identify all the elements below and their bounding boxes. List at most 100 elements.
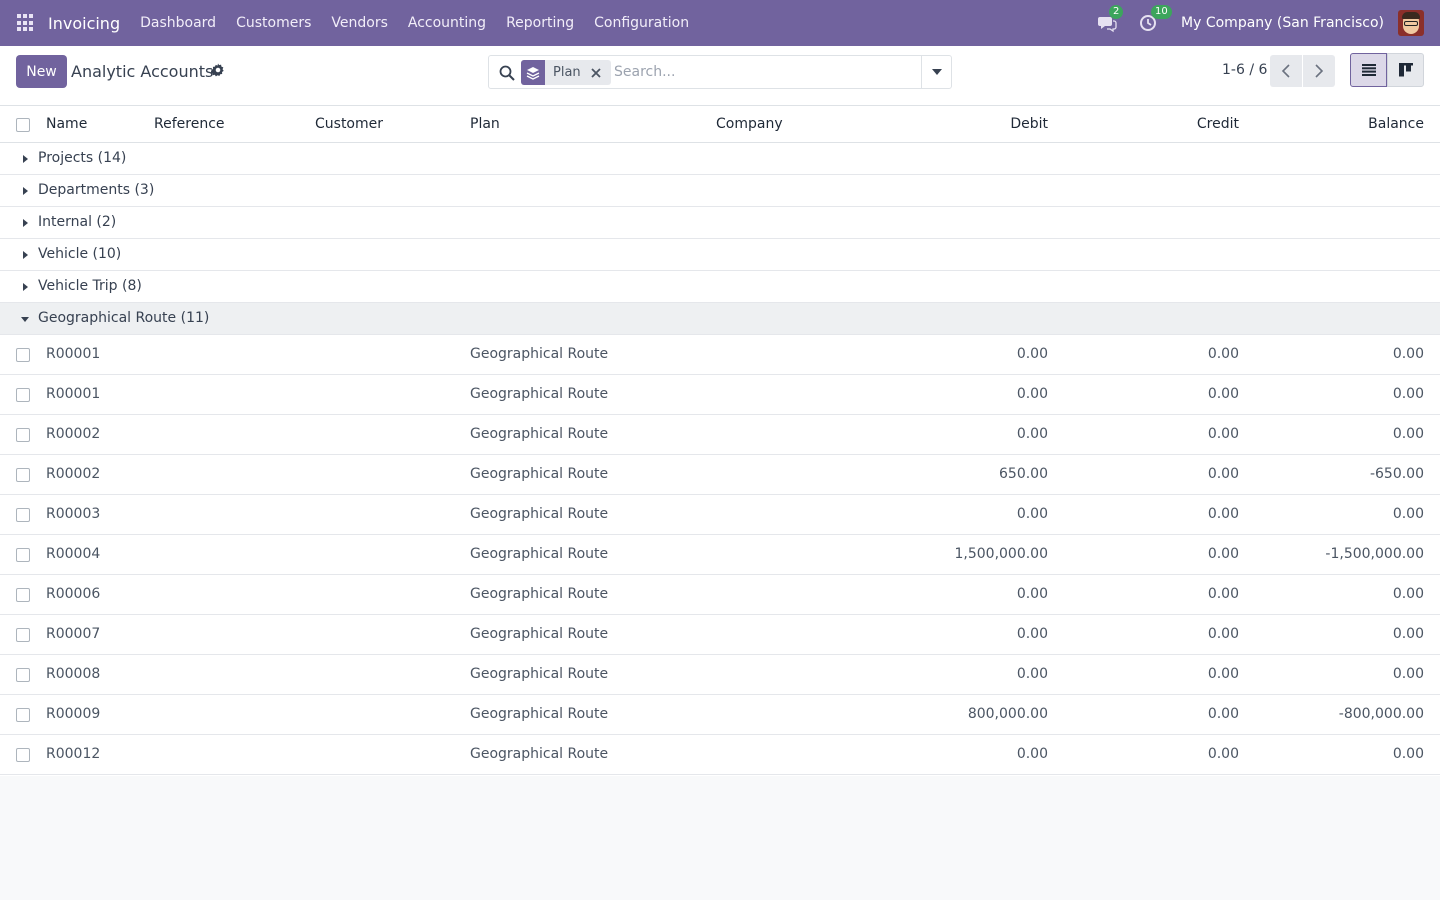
- group-row-geographical-route[interactable]: Geographical Route (11): [0, 303, 1440, 335]
- row-checkbox[interactable]: [16, 388, 30, 402]
- cell-balance: 0.00: [1392, 746, 1424, 762]
- caret-right-icon: [23, 283, 28, 291]
- table-row[interactable]: R00001 Geographical Route 0.00 0.00 0.00: [0, 335, 1440, 375]
- cell-name: R00002: [46, 466, 101, 482]
- group-label: Departments (3): [38, 182, 155, 198]
- row-checkbox[interactable]: [16, 508, 30, 522]
- table-row[interactable]: R00004 Geographical Route 1,500,000.00 0…: [0, 535, 1440, 575]
- column-plan[interactable]: Plan: [470, 116, 500, 132]
- messages-button[interactable]: 2: [1097, 5, 1124, 33]
- cell-debit: 0.00: [1016, 346, 1048, 362]
- menu-vendors[interactable]: Vendors: [321, 0, 397, 46]
- table-row[interactable]: R00002 Geographical Route 650.00 0.00 -6…: [0, 455, 1440, 495]
- cell-balance: 0.00: [1392, 426, 1424, 442]
- messages-count-badge: 2: [1109, 5, 1124, 19]
- cell-plan: Geographical Route: [470, 706, 609, 722]
- list-view-button[interactable]: [1350, 53, 1387, 87]
- cell-plan: Geographical Route: [470, 386, 609, 402]
- column-name[interactable]: Name: [46, 116, 87, 132]
- row-checkbox[interactable]: [16, 668, 30, 682]
- group-row-vehicle[interactable]: Vehicle (10): [0, 239, 1440, 271]
- apps-menu-icon[interactable]: [17, 14, 35, 32]
- chevron-right-icon: [1315, 64, 1324, 78]
- caret-right-icon: [23, 187, 28, 195]
- row-checkbox[interactable]: [16, 348, 30, 362]
- cell-plan: Geographical Route: [470, 586, 609, 602]
- column-balance[interactable]: Balance: [1224, 116, 1424, 132]
- row-checkbox[interactable]: [16, 548, 30, 562]
- cell-debit: 0.00: [1016, 746, 1048, 762]
- group-label: Geographical Route (11): [38, 310, 210, 326]
- user-avatar[interactable]: [1398, 10, 1424, 36]
- column-company[interactable]: Company: [716, 116, 783, 132]
- table-row[interactable]: R00001 Geographical Route 0.00 0.00 0.00: [0, 375, 1440, 415]
- column-credit[interactable]: Credit: [1039, 116, 1239, 132]
- cell-plan: Geographical Route: [470, 346, 609, 362]
- cell-plan: Geographical Route: [470, 626, 609, 642]
- cell-name: R00006: [46, 586, 101, 602]
- group-row-projects[interactable]: Projects (14): [0, 143, 1440, 175]
- group-row-departments[interactable]: Departments (3): [0, 175, 1440, 207]
- activities-button[interactable]: 10: [1139, 5, 1172, 33]
- caret-right-icon: [23, 251, 28, 259]
- pager-previous-button[interactable]: [1270, 55, 1302, 87]
- column-customer[interactable]: Customer: [315, 116, 383, 132]
- cell-name: R00002: [46, 426, 101, 442]
- pager-value[interactable]: 1-6 / 6: [1222, 62, 1267, 78]
- group-label: Vehicle (10): [38, 246, 122, 262]
- menu-customers[interactable]: Customers: [226, 0, 321, 46]
- table-row[interactable]: R00002 Geographical Route 0.00 0.00 0.00: [0, 415, 1440, 455]
- cell-credit: 0.00: [1207, 506, 1239, 522]
- search-icon[interactable]: [499, 65, 515, 81]
- row-checkbox[interactable]: [16, 588, 30, 602]
- cell-credit: 0.00: [1207, 626, 1239, 642]
- search-input[interactable]: [614, 62, 914, 82]
- cell-credit: 0.00: [1207, 666, 1239, 682]
- cell-debit: 1,500,000.00: [954, 546, 1048, 562]
- table-row[interactable]: R00008 Geographical Route 0.00 0.00 0.00: [0, 655, 1440, 695]
- top-navbar: Invoicing Dashboard Customers Vendors Ac…: [0, 0, 1440, 46]
- company-switcher[interactable]: My Company (San Francisco): [1181, 15, 1384, 31]
- caret-right-icon: [23, 219, 28, 227]
- menu-reporting[interactable]: Reporting: [496, 0, 584, 46]
- cell-plan: Geographical Route: [470, 666, 609, 682]
- cell-debit: 0.00: [1016, 666, 1048, 682]
- menu-dashboard[interactable]: Dashboard: [130, 0, 226, 46]
- search-bar: Plan: [488, 55, 952, 89]
- kanban-icon: [1398, 63, 1413, 77]
- column-debit[interactable]: Debit: [848, 116, 1048, 132]
- pager-next-button[interactable]: [1303, 55, 1335, 87]
- row-checkbox[interactable]: [16, 628, 30, 642]
- chevron-left-icon: [1281, 64, 1290, 78]
- gear-icon[interactable]: [211, 63, 225, 77]
- cell-credit: 0.00: [1207, 346, 1239, 362]
- group-row-vehicle-trip[interactable]: Vehicle Trip (8): [0, 271, 1440, 303]
- kanban-view-button[interactable]: [1387, 53, 1424, 87]
- group-label: Vehicle Trip (8): [38, 278, 142, 294]
- table-row[interactable]: R00007 Geographical Route 0.00 0.00 0.00: [0, 615, 1440, 655]
- cell-balance: 0.00: [1392, 626, 1424, 642]
- column-reference[interactable]: Reference: [154, 116, 225, 132]
- menu-configuration[interactable]: Configuration: [584, 0, 699, 46]
- close-icon[interactable]: [589, 66, 603, 80]
- row-checkbox[interactable]: [16, 428, 30, 442]
- group-row-internal[interactable]: Internal (2): [0, 207, 1440, 239]
- cell-debit: 0.00: [1016, 386, 1048, 402]
- table-row[interactable]: R00003 Geographical Route 0.00 0.00 0.00: [0, 495, 1440, 535]
- cell-name: R00001: [46, 386, 101, 402]
- cell-balance: 0.00: [1392, 586, 1424, 602]
- table-row[interactable]: R00006 Geographical Route 0.00 0.00 0.00: [0, 575, 1440, 615]
- cell-name: R00007: [46, 626, 101, 642]
- search-options-toggle[interactable]: [921, 56, 951, 88]
- new-button[interactable]: New: [16, 55, 67, 88]
- row-checkbox[interactable]: [16, 748, 30, 762]
- app-name[interactable]: Invoicing: [48, 14, 120, 33]
- row-checkbox[interactable]: [16, 468, 30, 482]
- select-all-checkbox[interactable]: [16, 118, 30, 132]
- menu-accounting[interactable]: Accounting: [398, 0, 496, 46]
- row-checkbox[interactable]: [16, 708, 30, 722]
- cell-balance: -800,000.00: [1338, 706, 1424, 722]
- cell-credit: 0.00: [1207, 546, 1239, 562]
- table-row[interactable]: R00012 Geographical Route 0.00 0.00 0.00: [0, 735, 1440, 775]
- table-row[interactable]: R00009 Geographical Route 800,000.00 0.0…: [0, 695, 1440, 735]
